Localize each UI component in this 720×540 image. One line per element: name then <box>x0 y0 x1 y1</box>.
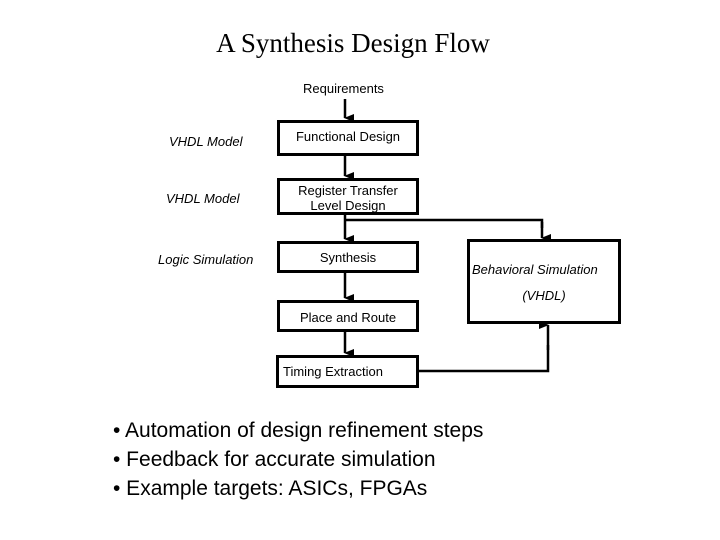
behavioral-simulation-box: Behavioral Simulation (VHDL) <box>467 239 621 324</box>
side-label-vhdl-model-1: VHDL Model <box>169 134 243 149</box>
bullet-item: • Example targets: ASICs, FPGAs <box>113 477 428 500</box>
step-synthesis: Synthesis <box>277 241 419 273</box>
branch-line-to-behavioral <box>345 218 544 228</box>
step-rtl-design: Register Transfer Level Design <box>277 178 419 215</box>
side-label-vhdl-model-2: VHDL Model <box>166 191 240 206</box>
behavioral-simulation-label: Behavioral Simulation <box>472 262 598 277</box>
behavioral-simulation-vhdl-label: (VHDL) <box>522 288 566 303</box>
step-functional-design-label: Functional Design <box>295 129 401 144</box>
side-label-logic-simulation: Logic Simulation <box>158 252 254 267</box>
step-timing-extraction: Timing Extraction <box>276 355 419 388</box>
requirements-label: Requirements <box>303 81 384 96</box>
step-timing-extraction-label: Timing Extraction <box>283 364 383 379</box>
step-place-and-route-label: Place and Route <box>299 310 397 325</box>
bullet-item: • Automation of design refinement steps <box>113 419 484 442</box>
step-place-and-route: Place and Route <box>277 300 419 332</box>
step-rtl-design-line1: Register Transfer <box>298 183 398 198</box>
bullet-list: • Automation of design refinement steps … <box>113 416 483 503</box>
step-functional-design: Functional Design <box>277 120 419 156</box>
step-synthesis-label: Synthesis <box>319 250 377 265</box>
bullet-item: • Feedback for accurate simulation <box>113 448 436 471</box>
feedback-line <box>418 345 550 373</box>
step-rtl-design-line2: Level Design <box>310 198 386 213</box>
